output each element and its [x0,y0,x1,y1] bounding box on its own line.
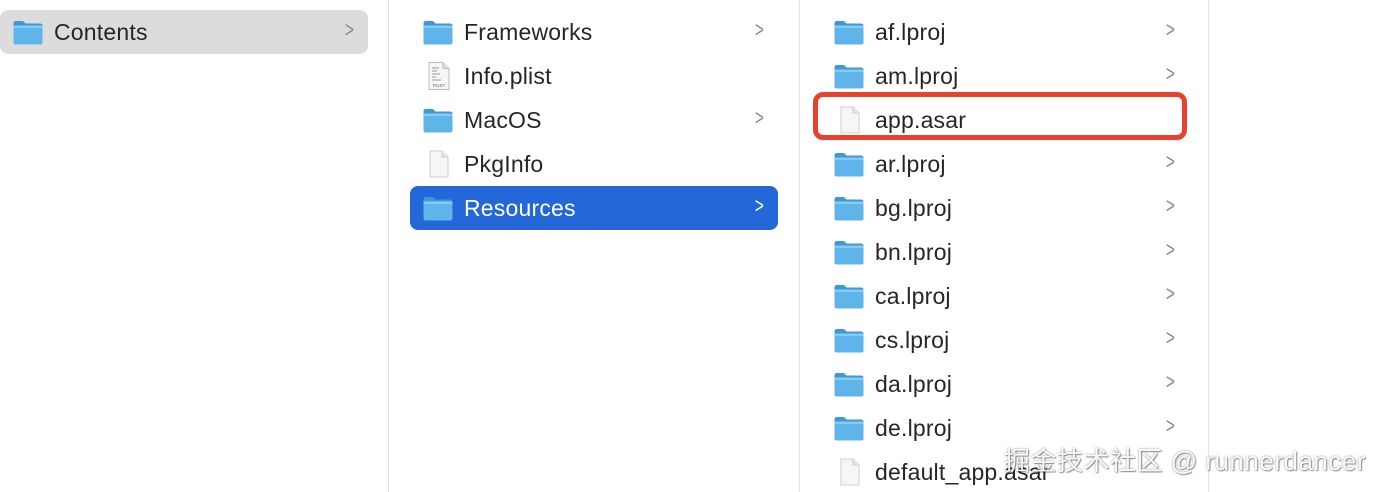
folder-icon [833,194,865,222]
folder-icon [833,238,865,266]
list-item[interactable]: bn.lproj > [821,230,1189,274]
item-label: ca.lproj [875,283,951,309]
folder-icon [833,62,865,90]
item-label: app.asar [875,107,967,133]
document-icon [833,106,865,134]
chevron-right-icon: > [1166,149,1176,174]
item-label: PkgInfo [464,151,544,177]
finder-column-browser: Contents > Frameworks > PLIST Info.plist M… [0,0,1382,492]
folder-icon [833,414,865,442]
column-4 [1209,0,1382,492]
folder-icon [833,326,865,354]
chevron-right-icon: > [1166,281,1176,306]
chevron-right-icon: > [1166,413,1176,438]
folder-icon [833,150,865,178]
plist-file-icon: PLIST [422,62,454,90]
item-label: de.lproj [875,415,953,441]
list-item[interactable]: bg.lproj > [821,186,1189,230]
chevron-right-icon: > [1166,369,1176,394]
folder-icon [833,282,865,310]
item-label: Info.plist [464,63,552,89]
list-item[interactable]: PLIST Info.plist [410,54,778,98]
chevron-right-icon: > [1166,193,1176,218]
document-icon [422,150,454,178]
document-icon [833,458,865,486]
item-label: Frameworks [464,19,593,45]
svg-text:PLIST: PLIST [433,83,446,88]
item-label: bn.lproj [875,239,953,265]
item-label: ar.lproj [875,151,946,177]
list-item[interactable]: PkgInfo [410,142,778,186]
column-2: Frameworks > PLIST Info.plist MacOS > PkgI… [389,0,799,492]
item-label: Contents [54,19,148,45]
item-label: Resources [464,195,576,221]
chevron-right-icon: > [1166,325,1176,350]
folder-icon [833,370,865,398]
item-label: cs.lproj [875,327,950,353]
item-label: am.lproj [875,63,959,89]
folder-icon [422,18,454,46]
chevron-right-icon: > [1166,17,1176,42]
chevron-right-icon: > [345,17,355,42]
chevron-right-icon: > [755,193,765,218]
list-item[interactable]: cs.lproj > [821,318,1189,362]
list-item[interactable]: af.lproj > [821,10,1189,54]
list-item[interactable]: Resources > [410,186,778,230]
chevron-right-icon: > [755,105,765,130]
folder-icon [12,18,44,46]
item-label: da.lproj [875,371,953,397]
item-label: bg.lproj [875,195,953,221]
list-item[interactable]: da.lproj > [821,362,1189,406]
list-item[interactable]: MacOS > [410,98,778,142]
chevron-right-icon: > [755,17,765,42]
item-label: af.lproj [875,19,946,45]
item-label: MacOS [464,107,542,133]
folder-icon [422,106,454,134]
chevron-right-icon: > [1166,237,1176,262]
list-item[interactable]: de.lproj > [821,406,1189,450]
list-item[interactable]: ar.lproj > [821,142,1189,186]
list-item[interactable]: am.lproj > [821,54,1189,98]
list-item[interactable]: app.asar [821,98,1189,142]
watermark: 掘金技术社区 @ runnerdancer [1004,446,1366,476]
list-item[interactable]: Contents > [0,10,368,54]
column-1: Contents > [0,0,388,492]
chevron-right-icon: > [1166,61,1176,86]
folder-icon [422,194,454,222]
list-item[interactable]: ca.lproj > [821,274,1189,318]
list-item[interactable]: Frameworks > [410,10,778,54]
folder-icon [833,18,865,46]
column-3: af.lproj > am.lproj > app.asar ar.lproj > b… [800,0,1208,492]
